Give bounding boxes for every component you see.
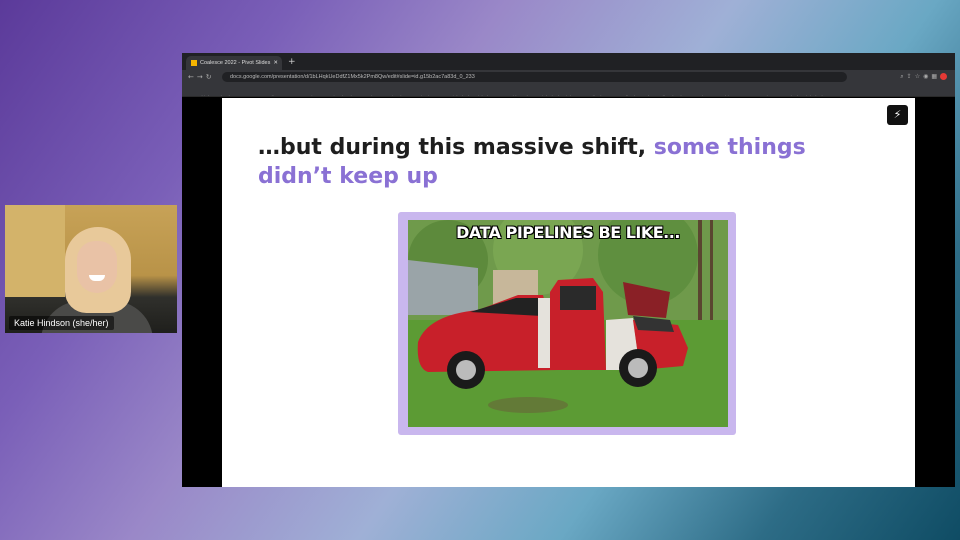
bookmark-icon [576, 95, 581, 96]
star-icon[interactable]: ☆ [915, 73, 923, 80]
browser-window: Coalesce 2022 - Pivot Slides ✕ + ←→↻ doc… [182, 53, 955, 487]
bookmark-label: Amplitude Prod [616, 96, 649, 97]
slides-icon [191, 59, 197, 66]
reload-icon[interactable]: ↻ [206, 73, 215, 81]
bookmark-label: GitHub - datacoves/... [330, 96, 376, 97]
bookmark-item[interactable]: Slack - Lightdash HQ [781, 93, 832, 97]
participant-name-label: Katie Hindson (she/her) [9, 316, 114, 330]
bookmark-item[interactable]: Dashboard [498, 93, 527, 97]
bookmark-label: Presentations [746, 96, 775, 97]
profile-avatar[interactable] [940, 73, 947, 80]
url-input[interactable]: docs.google.com/presentation/d/1bLHqkUeD… [222, 72, 847, 82]
bookmark-item[interactable]: Coalesce speaking [687, 93, 735, 97]
participant-face [77, 241, 117, 293]
bookmark-icon [188, 95, 192, 96]
bookmark-icon [240, 95, 244, 96]
browser-toolbar-icons: ⌕⇪☆◉▦ [900, 70, 947, 84]
bookmark-label: Dashboard [504, 96, 527, 97]
bookmark-item[interactable]: Notion [297, 93, 318, 97]
bookmark-item[interactable]: Amplitude Prod [610, 93, 649, 97]
bookmark-item[interactable]: Presentations [740, 93, 775, 97]
bookmark-item[interactable]: Amplitude [576, 93, 604, 97]
address-bar-row: ←→↻ docs.google.com/presentation/d/1bLHq… [182, 70, 955, 84]
bookmark-label: GitHub - Repositories... [388, 96, 438, 97]
lightning-bolt-icon: ⚡ [887, 105, 908, 125]
bookmark-item[interactable]: dbt Cloud [654, 93, 682, 97]
bookmark-icon [297, 95, 302, 96]
forward-icon[interactable]: → [197, 73, 206, 81]
bookmark-item[interactable]: Rethink - Calendar [188, 93, 234, 97]
bookmark-icon [323, 95, 328, 96]
bookmark-item[interactable]: Lightdash Trial [533, 93, 571, 97]
tab-bar: Coalesce 2022 - Pivot Slides ✕ + [182, 53, 955, 70]
bookmark-icon [687, 95, 692, 96]
bookmark-label: Coalesce speaking [694, 96, 735, 97]
bookmark-label: Rethink - Calendar [194, 96, 234, 97]
meme-frame: DATA PIPELINES BE LIKE... [398, 212, 736, 435]
bookmark-icon [781, 95, 786, 96]
meme-image: DATA PIPELINES BE LIKE... [408, 220, 728, 427]
bookmark-item[interactable]: Team - Loading Not... [240, 93, 292, 97]
slide-title: …but during this massive shift, some thi… [258, 133, 878, 191]
share-icon[interactable]: ⇪ [907, 73, 915, 80]
bookmark-label: dbt Cloud [661, 96, 682, 97]
nav-buttons: ←→↻ [188, 70, 215, 84]
bookmark-item[interactable]: GitHub - Repositories... [382, 93, 438, 97]
bookmark-icon [740, 95, 745, 96]
bookmark-label: Amplitude [583, 96, 604, 97]
puzzle-icon[interactable]: ▦ [931, 73, 940, 80]
bookmark-icon [498, 95, 503, 96]
bookmark-icon [382, 95, 387, 96]
bookmark-icon [654, 95, 659, 96]
close-tab-icon[interactable]: ✕ [273, 56, 278, 70]
browser-tab[interactable]: Coalesce 2022 - Pivot Slides ✕ [186, 56, 282, 70]
bookmark-label: Notion [304, 96, 318, 97]
background-door [5, 205, 65, 297]
bookmark-icon [533, 95, 538, 96]
bookmark-label: Lightdash - Lightd... [450, 96, 492, 97]
back-icon[interactable]: ← [188, 73, 197, 81]
meme-caption: DATA PIPELINES BE LIKE... [456, 223, 680, 242]
bookmark-icon [444, 95, 448, 96]
bookmark-item[interactable]: GitHub - datacoves/... [323, 93, 376, 97]
tab-title: Coalesce 2022 - Pivot Slides [200, 60, 271, 66]
bookmark-icon [610, 95, 615, 96]
participant-video: Katie Hindson (she/her) [5, 205, 177, 333]
bookmark-label: Team - Loading Not... [246, 96, 292, 97]
bookmark-item[interactable]: Lightdash - Lightd... [444, 93, 492, 97]
car-illustration [408, 220, 728, 427]
slide-title-plain: …but during this massive shift, [258, 135, 654, 160]
presentation-slide: ⚡ …but during this massive shift, some t… [222, 98, 915, 487]
new-tab-icon[interactable]: + [288, 55, 296, 69]
bookmark-label: Lightdash Trial [540, 96, 571, 97]
bookmarks-bar: Rethink - Calendar Team - Loading Not... N… [182, 84, 955, 97]
bookmark-label: Slack - Lightdash HQ [787, 96, 832, 97]
